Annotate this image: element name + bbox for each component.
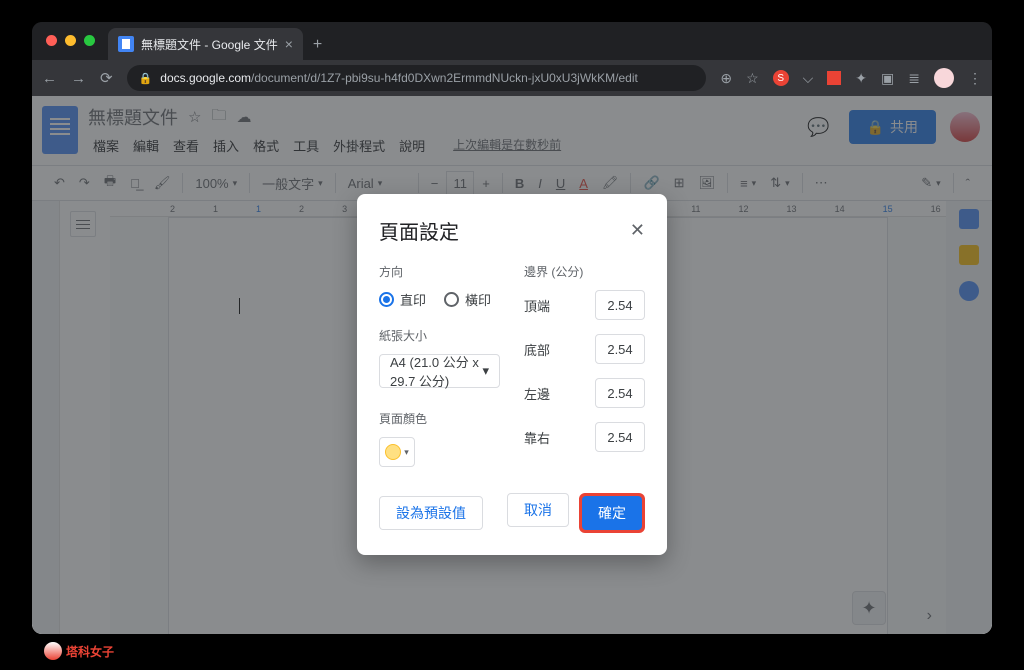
forward-icon[interactable]: → bbox=[71, 70, 86, 87]
modal-overlay: 頁面設定 ✕ 方向 直印 橫印 紙張大小 A4 (21.0 公分 x 29.7 … bbox=[32, 96, 992, 634]
docs-favicon bbox=[118, 36, 134, 52]
profile-avatar[interactable] bbox=[934, 68, 954, 88]
back-icon[interactable]: ← bbox=[42, 70, 57, 87]
tab-title: 無標題文件 - Google 文件 bbox=[141, 36, 278, 53]
extensions-icon[interactable]: ✦ bbox=[855, 70, 867, 87]
color-label: 頁面顏色 bbox=[379, 410, 500, 427]
address-bar: ← → ⟳ 🔒 docs.google.com/document/d/1Z7-p… bbox=[32, 60, 992, 96]
tab-bar: 無標題文件 - Google 文件 × + bbox=[32, 22, 992, 60]
margin-top-label: 頂端 bbox=[524, 296, 550, 315]
lock-icon: 🔒 bbox=[139, 72, 153, 85]
portrait-radio[interactable]: 直印 bbox=[379, 290, 426, 309]
chevron-down-icon: ▾ bbox=[404, 447, 409, 458]
browser-tab[interactable]: 無標題文件 - Google 文件 × bbox=[108, 28, 303, 60]
paper-size-select[interactable]: A4 (21.0 公分 x 29.7 公分)▾ bbox=[379, 354, 500, 388]
url-text: docs.google.com/document/d/1Z7-pbi9su-h4… bbox=[160, 71, 638, 85]
url-field[interactable]: 🔒 docs.google.com/document/d/1Z7-pbi9su-… bbox=[127, 65, 707, 91]
ok-button[interactable]: 確定 bbox=[582, 496, 642, 530]
color-swatch bbox=[385, 444, 401, 460]
page-setup-dialog: 頁面設定 ✕ 方向 直印 橫印 紙張大小 A4 (21.0 公分 x 29.7 … bbox=[357, 194, 667, 555]
cast-icon[interactable]: ▣ bbox=[881, 70, 894, 87]
close-icon[interactable]: ✕ bbox=[630, 220, 645, 241]
pocket-icon[interactable]: ⌵ bbox=[803, 70, 814, 87]
margin-bottom-input[interactable] bbox=[595, 334, 645, 364]
star-icon[interactable]: ☆ bbox=[746, 70, 759, 87]
cancel-button[interactable]: 取消 bbox=[507, 493, 569, 527]
margin-left-input[interactable] bbox=[595, 378, 645, 408]
menu-dots-icon[interactable]: ⋮ bbox=[968, 70, 982, 87]
search-in-page-icon[interactable]: ⊕ bbox=[720, 70, 732, 87]
new-tab-button[interactable]: + bbox=[313, 36, 322, 60]
watermark-avatar bbox=[44, 642, 62, 660]
extension-icons: ⊕ ☆ S ⌵ ✦ ▣ ≣ ⋮ bbox=[720, 68, 982, 88]
landscape-radio[interactable]: 橫印 bbox=[444, 290, 491, 309]
close-window[interactable] bbox=[46, 35, 57, 46]
margin-bottom-label: 底部 bbox=[524, 340, 550, 359]
docs-app: 無標題文件 ☆ 🗀 ☁ 檔案 編輯 查看 插入 格式 工具 外掛程式 說明 上次… bbox=[32, 96, 992, 634]
margin-label: 邊界 (公分) bbox=[524, 263, 645, 280]
minimize-window[interactable] bbox=[65, 35, 76, 46]
reload-icon[interactable]: ⟳ bbox=[100, 69, 113, 87]
chevron-down-icon: ▾ bbox=[482, 363, 489, 379]
margin-right-input[interactable] bbox=[595, 422, 645, 452]
browser-window: 無標題文件 - Google 文件 × + ← → ⟳ 🔒 docs.googl… bbox=[32, 22, 992, 634]
ok-highlight: 確定 bbox=[579, 493, 645, 533]
margin-right-label: 靠右 bbox=[524, 428, 550, 447]
dialog-title: 頁面設定 bbox=[379, 216, 459, 245]
ext-square-icon[interactable] bbox=[827, 71, 841, 85]
orientation-label: 方向 bbox=[379, 263, 500, 280]
paper-label: 紙張大小 bbox=[379, 327, 500, 344]
margin-top-input[interactable] bbox=[595, 290, 645, 320]
close-tab-icon[interactable]: × bbox=[285, 36, 293, 52]
window-controls bbox=[46, 35, 95, 46]
maximize-window[interactable] bbox=[84, 35, 95, 46]
page-color-button[interactable]: ▾ bbox=[379, 437, 415, 467]
margin-left-label: 左邊 bbox=[524, 384, 550, 403]
set-default-button[interactable]: 設為預設值 bbox=[379, 496, 483, 530]
watermark: 塔科女子 bbox=[44, 642, 114, 660]
reading-list-icon[interactable]: ≣ bbox=[908, 70, 920, 87]
ext-s-icon[interactable]: S bbox=[773, 70, 789, 86]
